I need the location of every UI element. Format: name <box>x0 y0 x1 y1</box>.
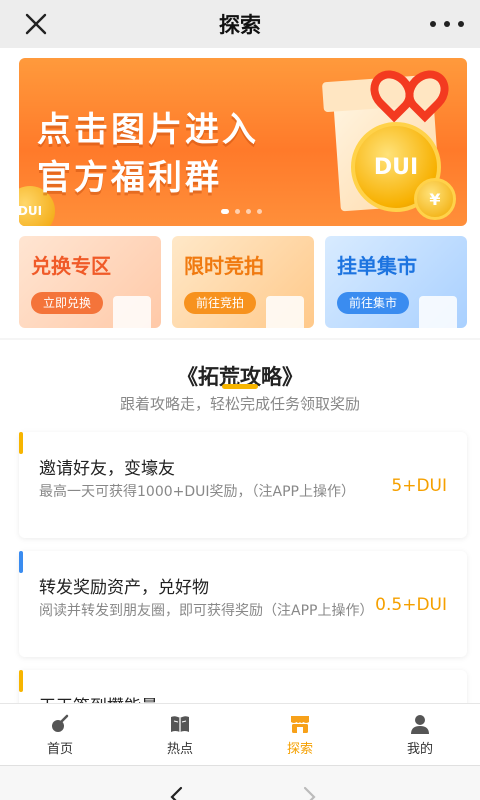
task-card[interactable]: 转发奖励资产，兑好物 阅读并转发到朋友圈，即可获得奖励（注APP上操作） 0.5… <box>19 551 467 657</box>
tab-label: 热点 <box>166 741 193 757</box>
tab-home[interactable]: 首页 <box>0 704 120 765</box>
forward-arrow-icon[interactable] <box>298 786 320 800</box>
exchange-now-button[interactable]: 立即兑换 <box>31 292 104 314</box>
page-title: 探索 <box>219 13 261 37</box>
gift-icon <box>113 296 151 328</box>
go-market-button[interactable]: 前往集市 <box>337 292 410 314</box>
page-content: DUI 点击图片进入 官方福利群 DUI ¥ 兑换专区 立即兑换 限时竞拍 前往… <box>0 48 480 703</box>
gavel-icon <box>266 296 304 328</box>
task-card[interactable]: 天天签到攒能量 <box>19 670 467 703</box>
task-title: 转发奖励资产，兑好物 <box>39 578 209 598</box>
section-divider <box>0 338 480 340</box>
promo-banner[interactable]: DUI 点击图片进入 官方福利群 DUI ¥ <box>19 58 467 226</box>
task-card[interactable]: 邀请好友，变壕友 最高一天可获得1000+DUI奖励，（注APP上操作） 5+D… <box>19 432 467 538</box>
carousel-dot <box>246 209 251 214</box>
carousel-dot <box>257 209 262 214</box>
carousel-dot <box>221 209 229 214</box>
carousel-dot <box>235 209 240 214</box>
task-accent-bar <box>19 551 23 573</box>
browser-nav-bar <box>0 765 480 800</box>
task-title: 天天签到攒能量 <box>39 692 158 703</box>
task-reward: 5+DUI <box>391 476 447 496</box>
banner-text-line1: 点击图片进入 <box>37 110 259 150</box>
auction-card[interactable]: 限时竞拍 前往竞拍 <box>172 236 314 328</box>
task-accent-bar <box>19 432 23 454</box>
tab-label: 探索 <box>286 741 313 757</box>
tab-label: 首页 <box>46 741 73 757</box>
close-icon[interactable] <box>22 10 50 38</box>
banner-text-line2: 官方福利群 <box>37 158 222 198</box>
card-title: 限时竞拍 <box>184 254 264 278</box>
tab-explore[interactable]: 探索 <box>240 704 360 765</box>
user-icon <box>411 714 429 734</box>
card-title: 挂单集市 <box>337 254 417 278</box>
title-bar: 探索 <box>0 0 480 48</box>
shop-icon <box>291 715 309 733</box>
book-icon <box>171 715 189 732</box>
tab-label: 我的 <box>406 741 433 757</box>
exchange-zone-card[interactable]: 兑换专区 立即兑换 <box>19 236 161 328</box>
carousel-indicator <box>221 209 262 214</box>
yuan-coin-icon: ¥ <box>414 178 456 220</box>
guide-subtitle: 跟着攻略走，轻松完成任务领取奖励 <box>119 395 360 413</box>
back-arrow-icon[interactable] <box>166 786 188 800</box>
task-accent-bar <box>19 670 23 692</box>
task-reward: 0.5+DUI <box>375 595 447 615</box>
go-auction-button[interactable]: 前往竞拍 <box>184 292 257 314</box>
more-menu-icon[interactable] <box>430 12 464 36</box>
home-icon <box>52 714 69 732</box>
task-description: 最高一天可获得1000+DUI奖励，（注APP上操作） <box>39 484 355 500</box>
task-description: 阅读并转发到朋友圈，即可获得奖励（注APP上操作） <box>39 603 374 619</box>
task-title: 邀请好友，变壕友 <box>39 459 175 479</box>
shop-icon <box>419 296 457 328</box>
bottom-tab-bar: 首页 热点 探索 我的 <box>0 703 480 765</box>
card-title: 兑换专区 <box>31 254 111 278</box>
tab-profile[interactable]: 我的 <box>360 704 480 765</box>
market-card[interactable]: 挂单集市 前往集市 <box>325 236 467 328</box>
tab-hot[interactable]: 热点 <box>120 704 240 765</box>
title-underline <box>222 384 258 389</box>
